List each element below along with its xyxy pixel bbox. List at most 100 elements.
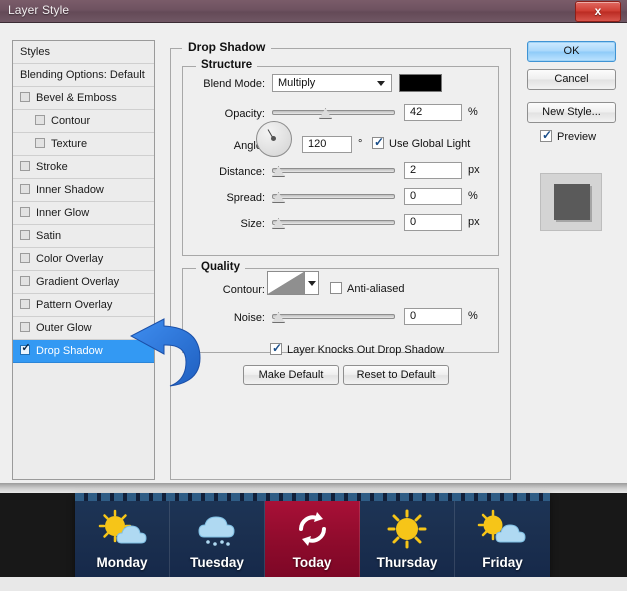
size-input[interactable]: 0 (404, 214, 462, 231)
angle-unit: ° (358, 138, 362, 150)
weather-day-label: Monday (75, 555, 169, 570)
weather-day-label: Tuesday (170, 555, 264, 570)
checkbox-pattern-overlay[interactable] (20, 299, 30, 309)
sidebar-item-inner-shadow[interactable]: Inner Shadow (13, 179, 154, 202)
checkbox-inner-glow[interactable] (20, 207, 30, 217)
blend-mode-value: Multiply (278, 77, 315, 89)
distance-input[interactable]: 2 (404, 162, 462, 179)
styles-list-header[interactable]: Styles (13, 41, 154, 64)
slider-track (272, 110, 395, 115)
sidebar-item-label: Drop Shadow (36, 345, 103, 357)
refresh-icon[interactable] (265, 509, 359, 549)
sidebar-item-contour[interactable]: Contour (13, 110, 154, 133)
checkbox-bevel-emboss[interactable] (20, 92, 30, 102)
preview-checkbox[interactable]: Preview (540, 130, 596, 143)
checkbox-inner-shadow[interactable] (20, 184, 30, 194)
angle-input[interactable]: 120 (302, 136, 352, 153)
sidebar-item-texture[interactable]: Texture (13, 133, 154, 156)
weather-day-today[interactable]: Today (265, 501, 360, 577)
window-title: Layer Style (8, 3, 69, 17)
checkbox-contour[interactable] (35, 115, 45, 125)
layer-style-dialog: Layer Style x Styles Blending Options: D… (0, 0, 627, 483)
opacity-unit: % (468, 106, 478, 118)
sidebar-item-stroke[interactable]: Stroke (13, 156, 154, 179)
close-icon[interactable]: x (575, 1, 621, 22)
noise-input[interactable]: 0 (404, 308, 462, 325)
layer-knockout-checkbox[interactable]: Layer Knocks Out Drop Shadow (270, 343, 444, 356)
opacity-input[interactable]: 42 (404, 104, 462, 121)
drop-shadow-title: Drop Shadow (182, 40, 271, 54)
sidebar-item-label: Pattern Overlay (36, 299, 112, 311)
opacity-label: Opacity: (190, 108, 265, 120)
weather-day-label: Thursday (360, 555, 454, 570)
sidebar-item-gradient-overlay[interactable]: Gradient Overlay (13, 271, 154, 294)
sidebar-item-outer-glow[interactable]: Outer Glow (13, 317, 154, 340)
sun-icon (360, 509, 454, 549)
checkbox-box (540, 130, 552, 142)
sidebar-item-bevel-emboss[interactable]: Bevel & Emboss (13, 87, 154, 110)
noise-slider[interactable] (272, 312, 395, 320)
shadow-color-swatch[interactable] (399, 74, 442, 92)
weather-widget: Monday Tuesday (75, 493, 550, 577)
checkbox-gradient-overlay[interactable] (20, 276, 30, 286)
size-slider[interactable] (272, 218, 395, 226)
cancel-button[interactable]: Cancel (527, 69, 616, 90)
spread-slider[interactable] (272, 192, 395, 200)
rain-cloud-icon (170, 509, 264, 549)
checkbox-stroke[interactable] (20, 161, 30, 171)
weather-day-tuesday[interactable]: Tuesday (170, 501, 265, 577)
distance-label: Distance: (190, 166, 265, 178)
styles-list[interactable]: Styles Blending Options: Default Bevel &… (12, 40, 155, 480)
sidebar-item-drop-shadow[interactable]: Drop Shadow (13, 340, 154, 363)
blend-mode-label: Blend Mode: (190, 78, 265, 90)
checkbox-drop-shadow[interactable] (20, 345, 30, 355)
chevron-down-icon (377, 81, 385, 86)
make-default-button[interactable]: Make Default (243, 365, 339, 385)
slider-track (272, 220, 395, 225)
sidebar-item-satin[interactable]: Satin (13, 225, 154, 248)
sidebar-item-color-overlay[interactable]: Color Overlay (13, 248, 154, 271)
distance-slider[interactable] (272, 166, 395, 174)
angle-label: Angle: (190, 140, 265, 152)
slider-track (272, 314, 395, 319)
slider-track (272, 194, 395, 199)
checkbox-box (372, 137, 384, 149)
sidebar-item-label: Inner Shadow (36, 184, 104, 196)
angle-dial[interactable] (256, 121, 292, 157)
ok-button[interactable]: OK (527, 41, 616, 62)
slider-track (272, 168, 395, 173)
drop-shadow-panel: Drop Shadow Structure Blend Mode: Multip… (170, 40, 511, 480)
noise-label: Noise: (190, 312, 265, 324)
blend-mode-select[interactable]: Multiply (272, 74, 392, 92)
checkbox-outer-glow[interactable] (20, 322, 30, 332)
checkbox-satin[interactable] (20, 230, 30, 240)
reset-to-default-button[interactable]: Reset to Default (343, 365, 449, 385)
contour-label: Contour: (190, 284, 265, 296)
dialog-bottom-edge (0, 483, 627, 493)
sun-behind-cloud-icon (455, 509, 550, 549)
noise-unit: % (468, 310, 478, 322)
new-style-button[interactable]: New Style... (527, 102, 616, 123)
opacity-slider[interactable] (272, 108, 395, 116)
spread-input[interactable]: 0 (404, 188, 462, 205)
sidebar-item-pattern-overlay[interactable]: Pattern Overlay (13, 294, 154, 317)
sidebar-item-inner-glow[interactable]: Inner Glow (13, 202, 154, 225)
contour-dropdown-button[interactable] (305, 271, 319, 295)
title-bar: Layer Style x (0, 0, 627, 23)
weather-day-friday[interactable]: Friday (455, 501, 550, 577)
weather-day-monday[interactable]: Monday (75, 501, 170, 577)
contour-swatch[interactable] (267, 271, 305, 295)
structure-legend: Structure (196, 59, 257, 71)
checkbox-color-overlay[interactable] (20, 253, 30, 263)
use-global-light-checkbox[interactable]: Use Global Light (372, 137, 470, 150)
preview-label: Preview (557, 131, 596, 143)
weather-day-thursday[interactable]: Thursday (360, 501, 455, 577)
sidebar-item-label: Texture (51, 138, 87, 150)
checkbox-texture[interactable] (35, 138, 45, 148)
size-unit: px (468, 216, 480, 228)
dialog-body: Styles Blending Options: Default Bevel &… (0, 23, 627, 483)
chevron-down-icon (308, 281, 316, 286)
sidebar-item-blending-options[interactable]: Blending Options: Default (13, 64, 154, 87)
anti-aliased-checkbox[interactable]: Anti-aliased (330, 282, 404, 295)
size-label: Size: (190, 218, 265, 230)
